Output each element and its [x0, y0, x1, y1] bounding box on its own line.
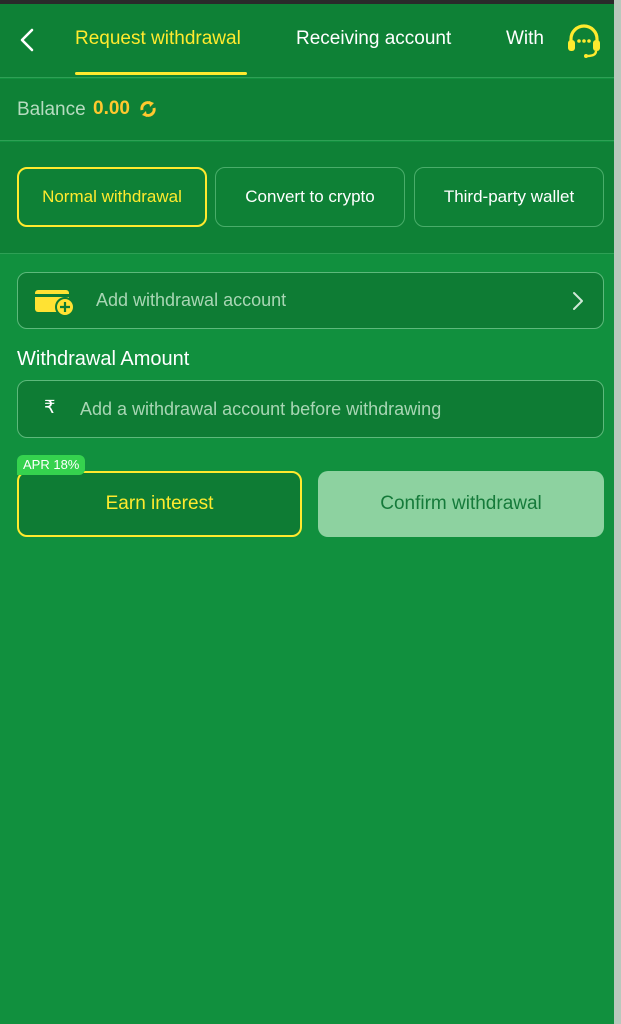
withdrawal-amount-input[interactable]	[80, 393, 580, 425]
add-withdrawal-account-button[interactable]: Add withdrawal account	[17, 272, 604, 329]
apr-badge: APR 18%	[17, 455, 86, 475]
convert-to-crypto-button[interactable]: Convert to crypto	[215, 167, 405, 227]
normal-withdrawal-button[interactable]: Normal withdrawal	[17, 167, 207, 227]
chevron-left-icon	[20, 28, 34, 52]
back-button[interactable]	[16, 26, 40, 54]
third-party-wallet-button[interactable]: Third-party wallet	[414, 167, 604, 227]
active-tab-indicator	[75, 72, 247, 75]
tab-receiving-account[interactable]: Receiving account	[296, 28, 451, 50]
withdrawal-screen: Request withdrawal Receiving account Wit…	[0, 4, 614, 1024]
scrollbar[interactable]	[614, 0, 621, 1024]
withdrawal-amount-field[interactable]: ₹	[17, 380, 604, 438]
refresh-balance-button[interactable]	[138, 99, 158, 119]
wallet-add-icon	[35, 290, 75, 317]
tab-withdrawal-history[interactable]: With	[506, 28, 544, 50]
headset-icon	[568, 24, 600, 58]
confirm-withdrawal-button[interactable]: Confirm withdrawal	[318, 471, 604, 537]
add-withdrawal-account-label: Add withdrawal account	[96, 290, 287, 310]
refresh-icon	[140, 101, 156, 117]
balance-value: 0.00	[93, 98, 130, 119]
chevron-right-icon	[573, 292, 583, 310]
top-nav: Request withdrawal Receiving account Wit…	[0, 4, 614, 78]
tab-request-withdrawal[interactable]: Request withdrawal	[75, 28, 241, 50]
balance-label: Balance	[17, 99, 86, 120]
rupee-icon: ₹	[44, 397, 56, 417]
withdrawal-amount-title: Withdrawal Amount	[17, 348, 190, 370]
balance-bar: Balance 0.00	[0, 79, 614, 141]
earn-interest-button[interactable]: Earn interest	[17, 471, 302, 537]
customer-service-button[interactable]	[565, 24, 603, 58]
withdrawal-method-selector: Normal withdrawal Convert to crypto Thir…	[0, 142, 614, 254]
